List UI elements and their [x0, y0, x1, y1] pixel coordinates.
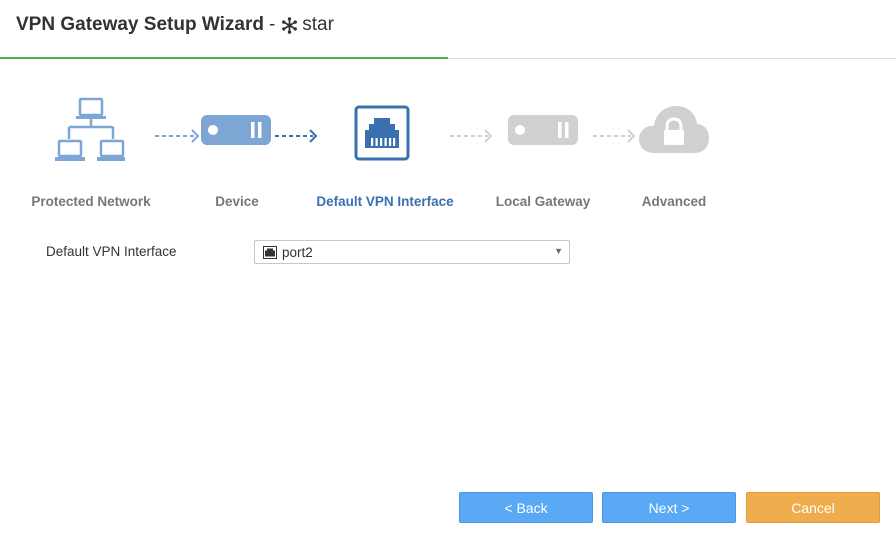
- vdom-label: star: [281, 14, 334, 36]
- back-button[interactable]: < Back: [459, 492, 593, 523]
- ethernet-port-icon: [263, 245, 277, 259]
- step-arrow: [275, 129, 318, 143]
- cloud-lock-icon: [639, 106, 709, 153]
- dialog-title: VPN Gateway Setup Wizard - star: [16, 14, 334, 36]
- step-label-local-gateway: Local Gateway: [495, 194, 591, 209]
- vdom-name: star: [302, 14, 334, 35]
- step-label-protected-network: Protected Network: [31, 194, 151, 209]
- title-separator: -: [268, 14, 276, 35]
- dropdown-caret-icon: ▼: [554, 246, 563, 256]
- dialog-title-text: VPN Gateway Setup Wizard: [16, 14, 264, 35]
- default-vpn-interface-select[interactable]: port2 ▼: [254, 240, 570, 264]
- network-topology-icon: [55, 97, 125, 161]
- wizard-steps: Protected Network Device Default VPN Int…: [0, 95, 896, 215]
- step-label-advanced: Advanced: [641, 194, 707, 209]
- selected-interface-value: port2: [282, 244, 313, 260]
- step-arrow: [450, 129, 493, 143]
- step-label-device: Device: [215, 194, 259, 209]
- snowflake-icon: [282, 16, 298, 34]
- wizard-progress-bar: [0, 57, 448, 59]
- default-vpn-interface-label: Default VPN Interface: [46, 244, 177, 259]
- ethernet-port-icon: [354, 105, 410, 161]
- next-button[interactable]: Next >: [602, 492, 736, 523]
- cancel-button[interactable]: Cancel: [746, 492, 880, 523]
- gateway-icon: [508, 115, 578, 145]
- step-label-default-vpn-interface: Default VPN Interface: [316, 194, 454, 209]
- dialog-header: VPN Gateway Setup Wizard - star: [0, 0, 896, 59]
- step-arrow: [155, 129, 200, 143]
- device-icon: [201, 115, 271, 145]
- step-arrow: [593, 129, 636, 143]
